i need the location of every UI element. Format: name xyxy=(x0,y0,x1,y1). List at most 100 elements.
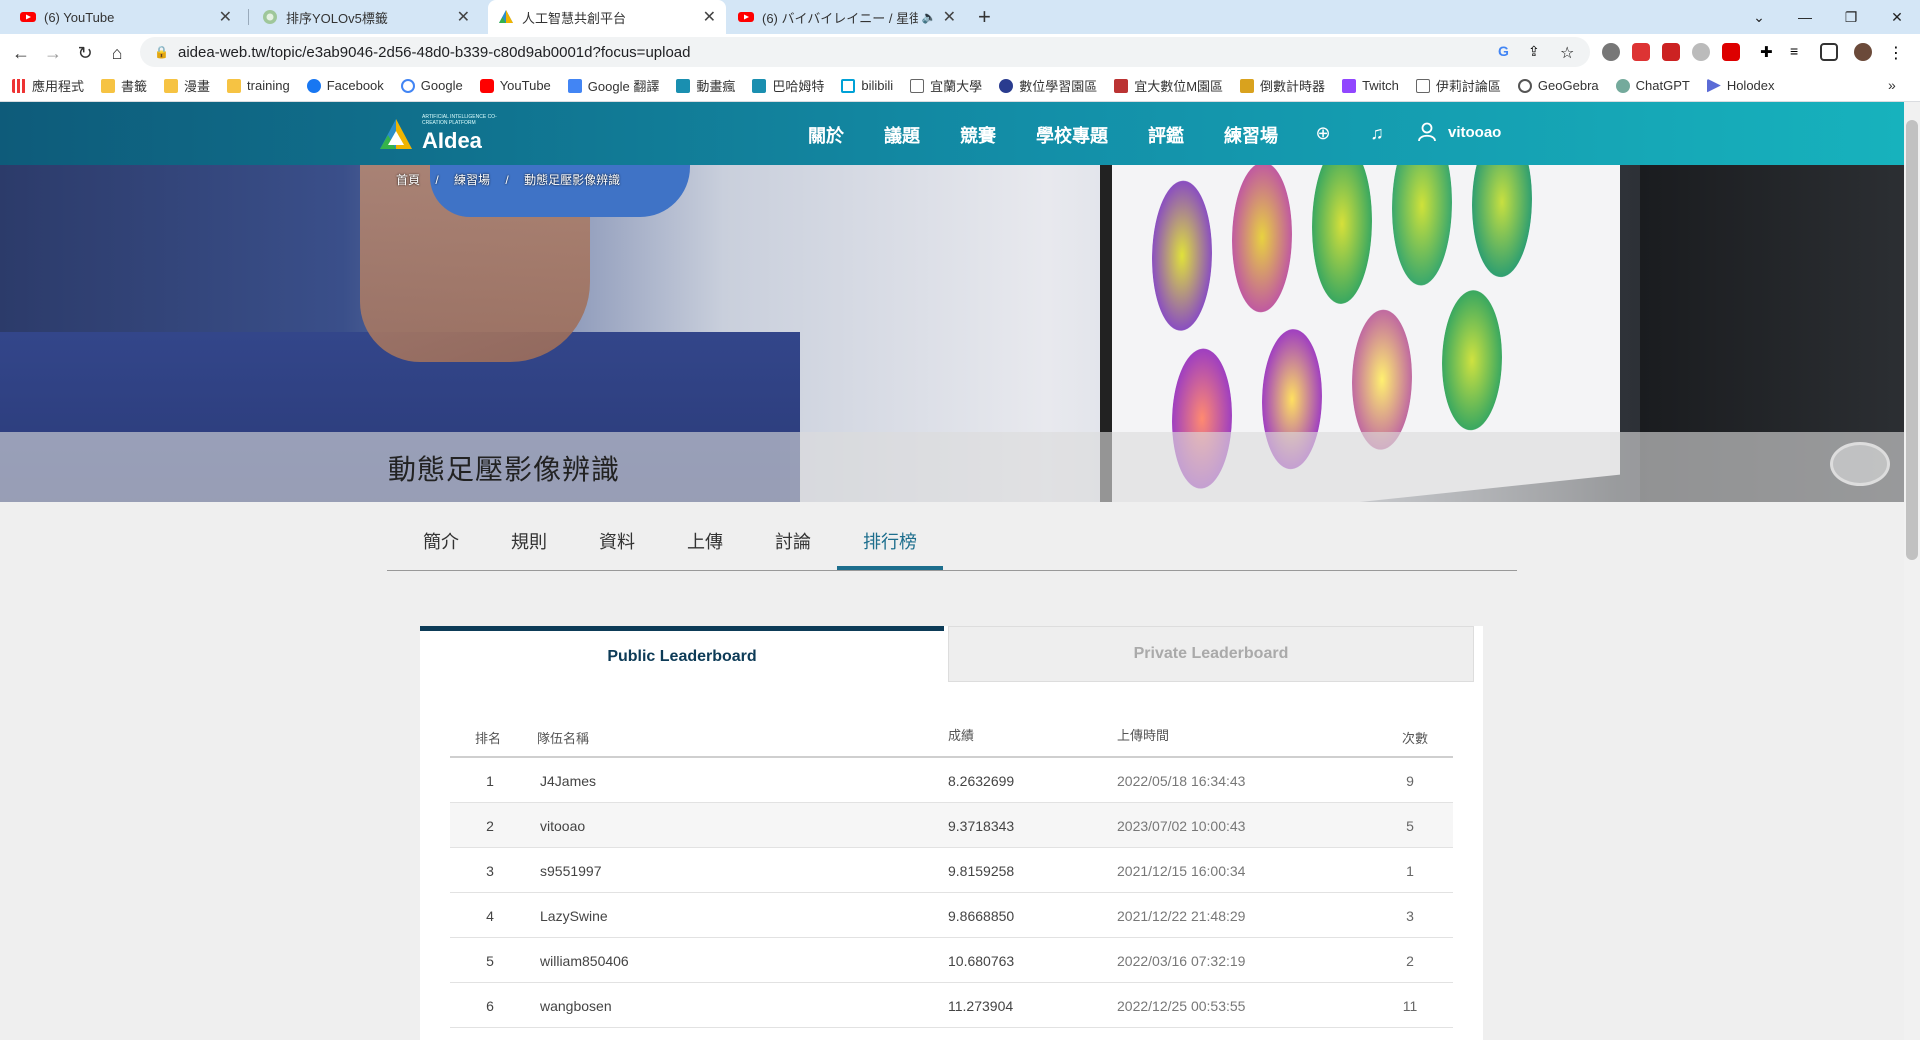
user-menu[interactable]: vitooao xyxy=(1418,122,1501,142)
nav-practice[interactable]: 練習場 xyxy=(1224,122,1278,148)
tab-discussion[interactable]: 討論 xyxy=(775,528,811,554)
bookmark-twitch[interactable]: Twitch xyxy=(1342,78,1399,93)
username: vitooao xyxy=(1448,123,1502,141)
new-tab-button[interactable]: + xyxy=(978,4,991,30)
nav-school-projects[interactable]: 學校專題 xyxy=(1036,122,1108,148)
breadcrumb: 首頁 / 練習場 / 動態足壓影像辨識 xyxy=(396,171,632,188)
tab-data[interactable]: 資料 xyxy=(599,528,635,554)
bookmark-folder[interactable]: 書籤 xyxy=(101,76,147,95)
share-icon[interactable]: ⇪ xyxy=(1528,43,1546,61)
close-window-icon[interactable]: ✕ xyxy=(1874,0,1920,34)
side-panel-icon[interactable] xyxy=(1820,43,1838,61)
lock-icon[interactable]: 🔒 xyxy=(154,45,169,59)
close-tab-icon[interactable]: ✕ xyxy=(943,7,956,27)
header-upload-time: 上傳時間 xyxy=(1117,728,1170,743)
bookmark-holodex[interactable]: Holodex xyxy=(1706,78,1775,93)
extension-icon[interactable] xyxy=(1632,43,1650,61)
logo-tagline: ARTIFICIAL INTELLIGENCE CO-CREATION PLAT… xyxy=(422,114,497,126)
bookmark-bahamut[interactable]: 巴哈姆特 xyxy=(752,76,824,95)
google-translate-icon[interactable]: G xyxy=(1498,43,1516,61)
tab-leaderboard[interactable]: 排行榜 xyxy=(863,528,917,554)
bookmark-youtube[interactable]: YouTube xyxy=(479,78,551,93)
nav-competitions[interactable]: 競賽 xyxy=(960,122,996,148)
scrollbar-thumb[interactable] xyxy=(1906,120,1918,560)
bookmark-timer[interactable]: 倒數計時器 xyxy=(1240,76,1325,95)
browser-tab-title: 排序YOLOv5標籤 xyxy=(286,10,388,26)
more-bookmarks-icon[interactable]: » xyxy=(1888,77,1896,93)
tab-search-icon[interactable]: ⌄ xyxy=(1736,0,1782,34)
elearning-icon xyxy=(999,78,1014,93)
browser-tab-yolo[interactable]: 排序YOLOv5標籤 ✕ xyxy=(252,0,480,34)
count-cell: 5 xyxy=(1406,818,1414,834)
nav-about[interactable]: 關於 xyxy=(808,122,844,148)
rank-cell: 4 xyxy=(486,908,494,924)
bookmark-label: Google 翻譯 xyxy=(587,79,660,94)
close-tab-icon[interactable]: ✕ xyxy=(219,7,232,27)
close-tab-icon[interactable]: ✕ xyxy=(703,7,716,27)
logo-text: AIdea xyxy=(422,128,482,153)
bookmark-google[interactable]: Google xyxy=(400,78,463,93)
browser-tab-youtube-music[interactable]: (6) バイバイレイニー / 星街 🔈 ✕ xyxy=(728,0,966,34)
bookmark-translate[interactable]: Google 翻譯 xyxy=(567,76,660,95)
private-leaderboard-tab[interactable]: Private Leaderboard xyxy=(948,626,1474,682)
translate-icon xyxy=(567,78,582,93)
extension-icon[interactable] xyxy=(1692,43,1710,61)
bell-icon[interactable]: ♫ xyxy=(1366,122,1388,144)
tab-upload[interactable]: 上傳 xyxy=(687,528,723,554)
time-cell: 2022/05/18 16:34:43 xyxy=(1117,773,1246,789)
bookmark-folder[interactable]: training xyxy=(227,78,290,93)
address-bar[interactable]: 🔒 aidea-web.tw/topic/e3ab9046-2d56-48d0-… xyxy=(140,37,1590,67)
bookmark-m-campus[interactable]: 宜大數位M園區 xyxy=(1114,76,1223,95)
tab-intro[interactable]: 簡介 xyxy=(423,528,459,554)
time-cell: 2022/12/25 00:53:55 xyxy=(1117,998,1246,1014)
site-logo[interactable]: ARTIFICIAL INTELLIGENCE CO-CREATION PLAT… xyxy=(378,114,497,154)
nav-topics[interactable]: 議題 xyxy=(884,122,920,148)
breadcrumb-practice[interactable]: 練習場 xyxy=(454,173,490,187)
menu-icon[interactable]: ⋮ xyxy=(1888,43,1906,62)
extension-icon[interactable] xyxy=(1662,43,1680,61)
time-cell: 2021/12/22 21:48:29 xyxy=(1117,908,1246,924)
browser-tab-youtube[interactable]: (6) YouTube ✕ xyxy=(10,0,242,34)
back-icon[interactable]: ← xyxy=(10,42,32,64)
speaker-icon[interactable]: 🔈 xyxy=(922,10,937,24)
puzzle-icon[interactable]: ✚ xyxy=(1760,43,1778,61)
close-tab-icon[interactable]: ✕ xyxy=(457,7,470,27)
bookmark-label: Twitch xyxy=(1362,78,1399,93)
bookmark-bilibili[interactable]: bilibili xyxy=(841,78,893,93)
media-icon[interactable]: ≡ xyxy=(1790,43,1808,61)
tab-rules[interactable]: 規則 xyxy=(511,528,547,554)
bookmark-facebook[interactable]: Facebook xyxy=(306,78,384,93)
bookmark-geogebra[interactable]: GeoGebra xyxy=(1517,78,1599,93)
bookmark-label: 應用程式 xyxy=(32,79,85,94)
public-leaderboard-tab[interactable]: Public Leaderboard xyxy=(420,626,944,682)
youtube-icon xyxy=(20,12,36,22)
bookmark-niu[interactable]: 宜蘭大學 xyxy=(910,76,982,95)
globe-icon[interactable]: ⊕ xyxy=(1312,122,1334,144)
minimize-icon[interactable]: — xyxy=(1782,0,1828,34)
breadcrumb-home[interactable]: 首頁 xyxy=(396,173,420,187)
bookmark-star-icon[interactable]: ☆ xyxy=(1560,43,1578,62)
bookmark-chatgpt[interactable]: ChatGPT xyxy=(1615,78,1690,93)
bookmark-label: 漫畫 xyxy=(184,79,211,94)
anime-icon xyxy=(676,78,691,93)
bilibili-icon xyxy=(841,78,856,93)
browser-toolbar: ← → ↻ ⌂ 🔒 aidea-web.tw/topic/e3ab9046-2d… xyxy=(0,34,1920,70)
bookmark-eyny[interactable]: 伊莉討論區 xyxy=(1415,76,1501,95)
m-campus-icon xyxy=(1114,78,1129,93)
browser-tab-aidea[interactable]: 人工智慧共創平台 ✕ xyxy=(488,0,726,34)
bookmark-anime[interactable]: 動畫瘋 xyxy=(676,76,735,95)
forward-icon[interactable]: → xyxy=(42,42,64,64)
bookmark-apps[interactable]: 應用程式 xyxy=(12,76,84,95)
browser-tab-bar: (6) YouTube ✕ 排序YOLOv5標籤 ✕ 人工智慧共創平台 ✕ (6… xyxy=(0,0,1920,34)
extension-icon[interactable] xyxy=(1722,43,1740,61)
bookmarks-bar: 應用程式 書籤 漫畫 training Facebook Google YouT… xyxy=(0,70,1920,102)
extension-icon[interactable] xyxy=(1602,43,1620,61)
profile-avatar[interactable] xyxy=(1854,43,1872,61)
restore-icon[interactable]: ❐ xyxy=(1828,0,1874,34)
reload-icon[interactable]: ↻ xyxy=(74,42,96,64)
nav-evaluation[interactable]: 評鑑 xyxy=(1148,122,1184,148)
bookmark-elearning[interactable]: 數位學習園區 xyxy=(999,76,1097,95)
bookmark-label: training xyxy=(247,78,290,93)
bookmark-folder[interactable]: 漫畫 xyxy=(164,76,210,95)
home-icon[interactable]: ⌂ xyxy=(106,42,128,64)
